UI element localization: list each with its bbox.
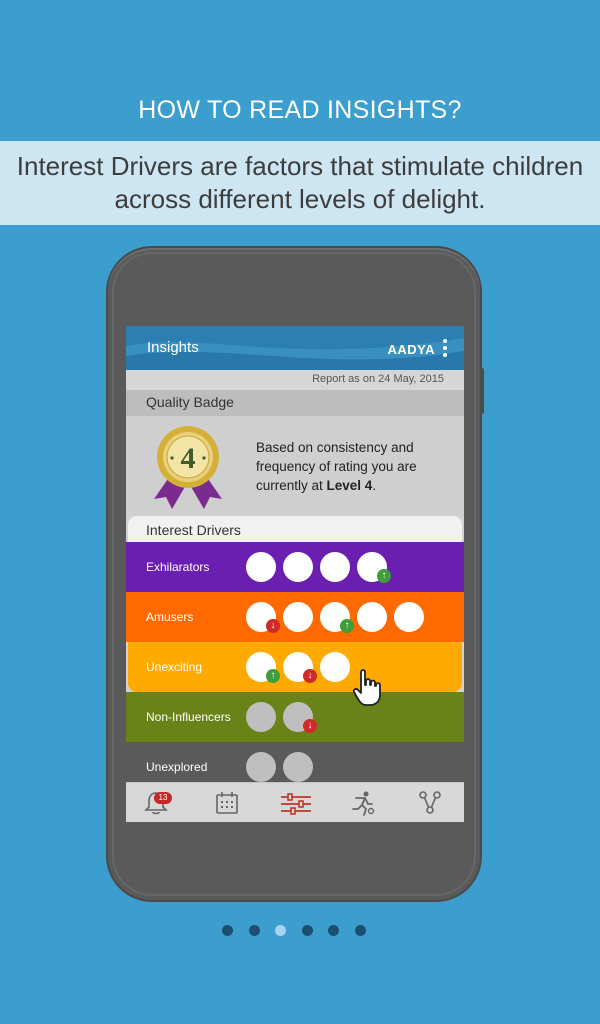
interest-dot[interactable] [320, 652, 350, 682]
interest-driver-label: Unexciting [146, 660, 203, 674]
overflow-menu-icon[interactable] [443, 339, 447, 357]
award-badge-icon: 4 [154, 426, 222, 509]
interest-dot[interactable] [246, 552, 276, 582]
page-indicator-dot[interactable] [301, 925, 313, 936]
trend-down-arrow-icon: ↓ [303, 719, 317, 733]
interest-drivers-header: Interest Drivers [128, 516, 462, 544]
tab-share-network-icon[interactable] [416, 789, 444, 817]
bottom-tab-bar: 13 [126, 782, 464, 822]
tab-activities-player-icon[interactable] [348, 789, 376, 817]
trend-up-arrow-icon: ↑ [266, 669, 280, 683]
phone-side-button [480, 368, 484, 414]
interest-dot[interactable] [283, 752, 313, 782]
interest-driver-row-non-influencers[interactable]: Non-Influencers ↓ [126, 692, 464, 742]
interest-dot[interactable] [283, 602, 313, 632]
trend-up-arrow-icon: ↑ [340, 619, 354, 633]
page-indicator-dot[interactable] [354, 925, 366, 936]
trend-down-arrow-icon: ↓ [303, 669, 317, 683]
interest-driver-row-amusers[interactable]: Amusers ↓ ↑ [126, 592, 464, 642]
quality-badge-header: Quality Badge [126, 390, 464, 416]
tab-calendar-icon[interactable] [213, 789, 241, 817]
notification-count-badge: 13 [154, 792, 172, 804]
badge-level-number: 4 [181, 442, 196, 475]
interest-dot[interactable] [283, 552, 313, 582]
interest-dot[interactable] [320, 552, 350, 582]
interest-dot[interactable] [394, 602, 424, 632]
headline: HOW TO READ INSIGHTS? [138, 96, 462, 124]
interest-dot[interactable] [246, 702, 276, 732]
page-indicator-dot[interactable] [222, 925, 233, 936]
page-indicator [0, 925, 600, 937]
app-title: Insights [147, 339, 199, 356]
page-indicator-dot[interactable] [328, 925, 339, 936]
badge-level-text: Level 4 [326, 478, 373, 493]
trend-down-arrow-icon: ↓ [266, 619, 280, 633]
trend-up-arrow-icon: ↑ [377, 569, 391, 583]
interest-driver-row-unexciting[interactable]: Unexciting ↑ ↓ [128, 642, 462, 692]
phone-screen: Insights AADYA Report as on 24 May, 2015… [126, 326, 464, 822]
app-bar: Insights AADYA [126, 326, 464, 370]
interest-driver-label: Non-Influencers [146, 710, 231, 724]
interest-dot[interactable] [246, 752, 276, 782]
interest-dot[interactable] [357, 602, 387, 632]
brand-logo: AADYA [387, 342, 435, 357]
subtitle-banner: Interest Drivers are factors that stimul… [0, 141, 600, 225]
quality-badge-section: 4 Based on consistency and frequency of … [126, 416, 464, 516]
interest-driver-label: Unexplored [146, 760, 208, 774]
interest-driver-label: Amusers [146, 610, 194, 624]
tab-insights-sliders-icon[interactable] [279, 789, 313, 817]
hand-pointer-icon [352, 669, 381, 706]
report-date: Report as on 24 May, 2015 [126, 370, 464, 390]
page-indicator-dot[interactable] [248, 925, 260, 936]
interest-driver-label: Exhilarators [146, 560, 210, 574]
page-indicator-dot[interactable] [275, 925, 286, 936]
interest-driver-row-exhilarators[interactable]: Exhilarators ↑ [126, 542, 464, 592]
quality-badge-description: Based on consistency and frequency of ra… [256, 440, 417, 493]
